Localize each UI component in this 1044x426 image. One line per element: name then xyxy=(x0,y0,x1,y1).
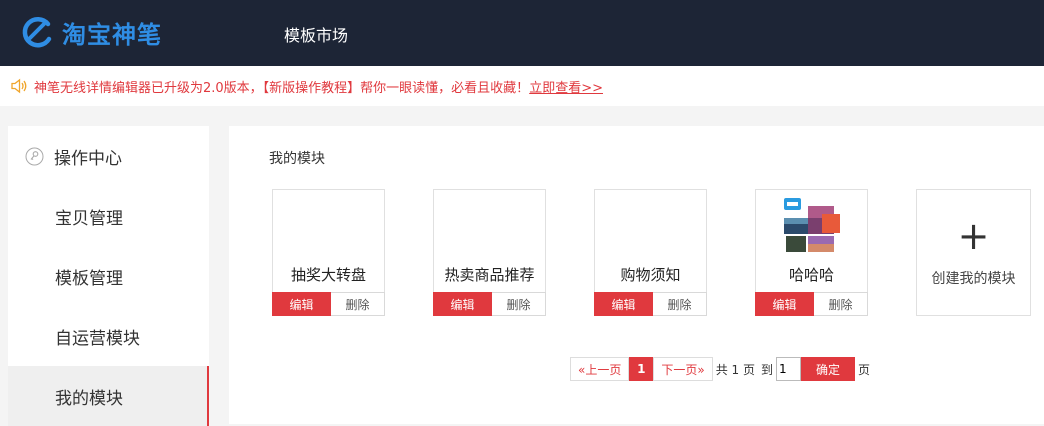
sidebar-item-item-management[interactable]: 宝贝管理 xyxy=(8,186,209,246)
create-module-card[interactable]: + 创建我的模块 xyxy=(916,189,1031,316)
module-card[interactable]: 购物须知 编辑 删除 xyxy=(594,189,707,316)
section-title: 我的模块 xyxy=(269,151,325,167)
key-icon xyxy=(25,147,44,165)
module-card[interactable]: 哈哈哈 编辑 删除 xyxy=(755,189,868,316)
module-actions: 编辑 删除 xyxy=(755,292,868,316)
edit-button[interactable]: 编辑 xyxy=(755,292,814,316)
sidebar-item-my-modules[interactable]: 我的模块 xyxy=(8,366,209,426)
logo[interactable]: 淘宝神笔 xyxy=(18,14,162,50)
sidebar-item-label: 宝贝管理 xyxy=(55,208,123,229)
pen-logo-icon xyxy=(22,16,52,48)
prev-page-button[interactable]: «上一页 xyxy=(570,357,630,381)
confirm-button[interactable]: 确定 xyxy=(800,357,855,381)
speaker-icon xyxy=(11,78,27,94)
sidebar-header-label: 操作中心 xyxy=(54,148,122,169)
sidebar-item-label: 自运营模块 xyxy=(55,328,140,349)
view-now-link[interactable]: 立即查看>> xyxy=(529,77,603,96)
sidebar-item-label: 我的模块 xyxy=(55,388,123,409)
delete-button[interactable]: 删除 xyxy=(814,292,868,316)
module-thumbnail xyxy=(782,194,842,257)
delete-button[interactable]: 删除 xyxy=(492,292,546,316)
edit-button[interactable]: 编辑 xyxy=(272,292,331,316)
module-card[interactable]: 抽奖大转盘 编辑 删除 xyxy=(272,189,385,316)
announcement-bar: 神笔无线详情编辑器已升级为2.0版本，【新版操作教程】帮你一眼读懂，必看且收藏！… xyxy=(0,66,1044,106)
current-page[interactable]: 1 xyxy=(629,357,654,381)
main-content: 我的模块 抽奖大转盘 编辑 删除 热卖商品推荐 编辑 删除 购物须知 编辑 删除 xyxy=(229,126,1044,424)
page-suffix: 页 xyxy=(857,362,870,377)
module-actions: 编辑 删除 xyxy=(433,292,546,316)
sidebar-item-template-management[interactable]: 模板管理 xyxy=(8,246,209,306)
announcement-text: 神笔无线详情编辑器已升级为2.0版本，【新版操作教程】帮你一眼读懂，必看且收藏！ xyxy=(34,80,530,96)
module-name: 购物须知 xyxy=(620,266,681,284)
module-name: 抽奖大转盘 xyxy=(290,266,366,284)
logo-text: 淘宝神笔 xyxy=(62,20,162,49)
sidebar: 操作中心 宝贝管理 模板管理 自运营模块 我的模块 xyxy=(8,126,209,426)
edit-button[interactable]: 编辑 xyxy=(594,292,653,316)
sidebar-header: 操作中心 xyxy=(8,126,209,186)
top-navbar: 淘宝神笔 模板市场 xyxy=(0,0,1044,66)
total-pages-text: 共 1 页 xyxy=(715,362,755,377)
module-actions: 编辑 删除 xyxy=(272,292,385,316)
module-card[interactable]: 热卖商品推荐 编辑 删除 xyxy=(433,189,546,316)
pagination: «上一页 1 下一页» 共 1 页 到 确定 页 xyxy=(570,357,873,381)
module-name: 热卖商品推荐 xyxy=(444,266,535,284)
nav-template-market[interactable]: 模板市场 xyxy=(284,22,348,46)
sidebar-item-self-operated-modules[interactable]: 自运营模块 xyxy=(8,306,209,366)
module-actions: 编辑 删除 xyxy=(594,292,707,316)
module-name: 哈哈哈 xyxy=(788,266,834,284)
next-page-button[interactable]: 下一页» xyxy=(653,357,713,381)
delete-button[interactable]: 删除 xyxy=(331,292,385,316)
create-module-label: 创建我的模块 xyxy=(931,271,1016,287)
plus-icon: + xyxy=(957,214,990,258)
edit-button[interactable]: 编辑 xyxy=(433,292,492,316)
page-number-input[interactable] xyxy=(775,357,801,381)
goto-label: 到 xyxy=(760,362,773,377)
sidebar-item-label: 模板管理 xyxy=(55,268,123,289)
delete-button[interactable]: 删除 xyxy=(653,292,707,316)
